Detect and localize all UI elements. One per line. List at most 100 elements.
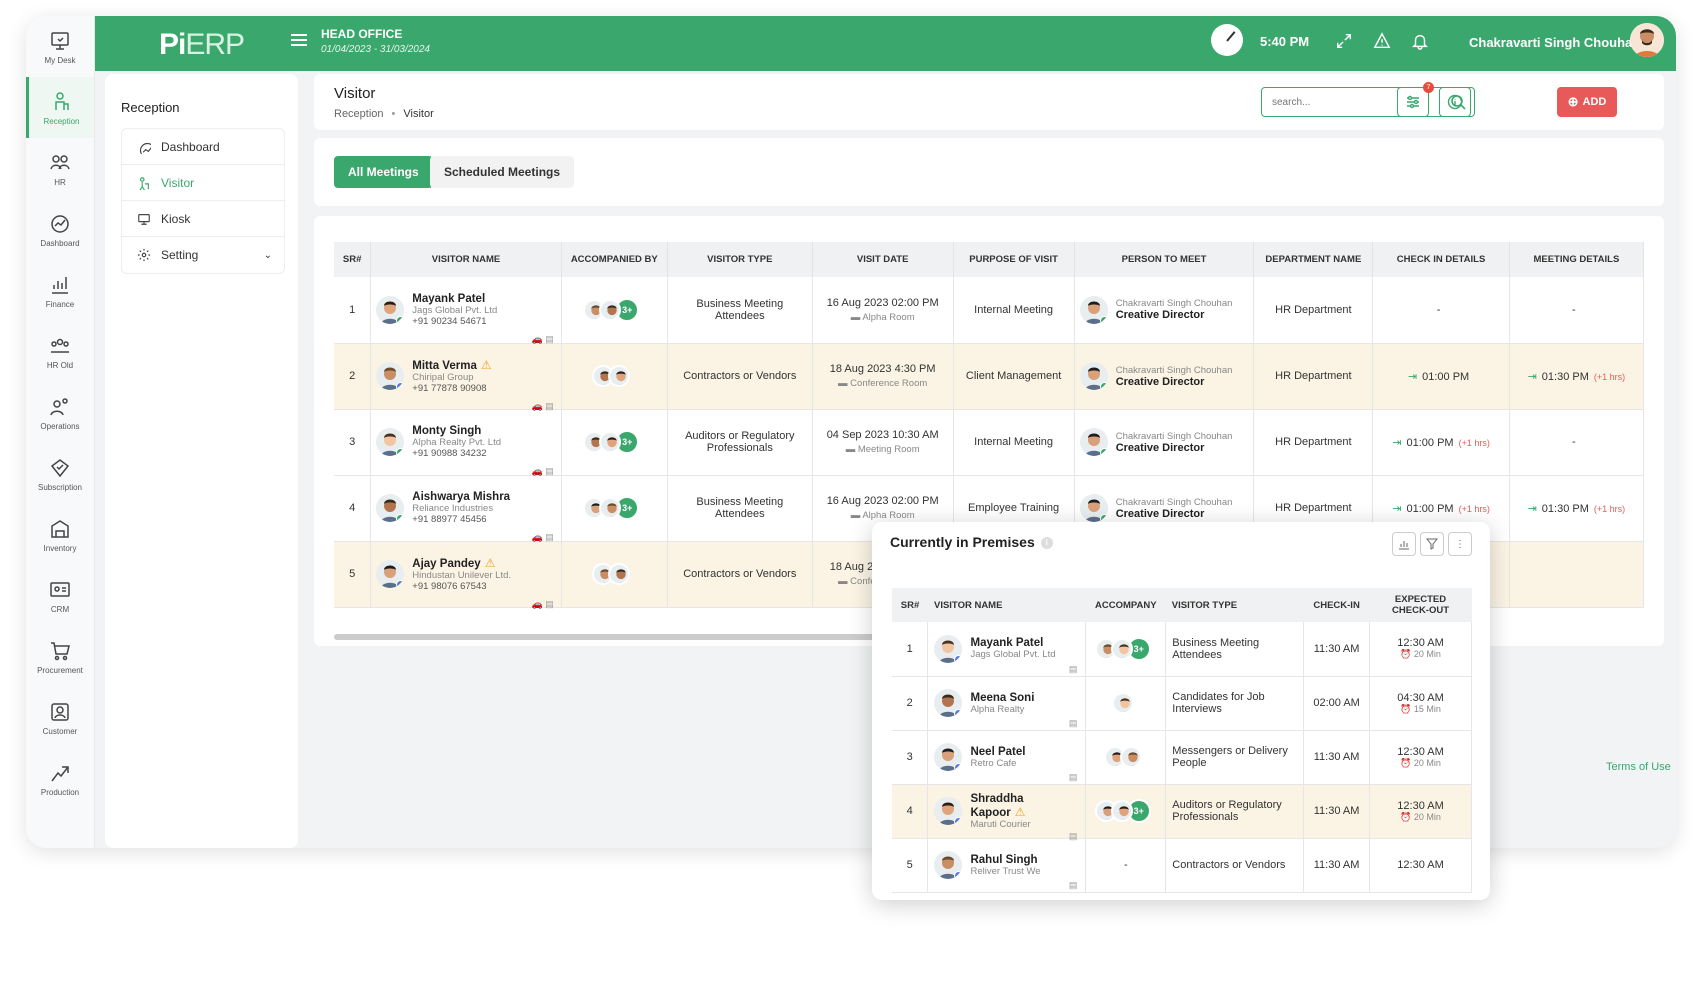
table-row[interactable]: 2 Mitta Verma ⚠ Chiripal Group +91 77878 …	[334, 343, 1645, 411]
visitor-name[interactable]: Ajay Pandey	[412, 558, 480, 570]
visitor-name[interactable]: Aishwarya Mishra	[412, 491, 510, 503]
more-options-button[interactable]: ⋮	[1448, 532, 1472, 556]
remaining-time: 15 Min	[1413, 703, 1441, 714]
user-name[interactable]: Chakravarti Singh Chouhan	[1469, 35, 1640, 50]
user-avatar[interactable]	[1630, 23, 1664, 57]
checkin-time: 11:30 AM	[1303, 622, 1371, 677]
chart-button[interactable]	[1392, 532, 1416, 556]
chevron-down-icon[interactable]: ⌄	[264, 250, 272, 261]
rail-item-label: Dashboard	[40, 238, 80, 248]
avatar	[1110, 800, 1133, 822]
terms-link[interactable]: Terms of Use	[1606, 761, 1671, 773]
rail-item-hr[interactable]: HR	[26, 138, 94, 199]
rail-item-operations[interactable]: Operations	[26, 382, 94, 443]
visitor-cell: Mayank Patel Jags Global Pvt. Ltd +91 90…	[370, 277, 562, 344]
info-icon[interactable]: i	[1040, 537, 1053, 550]
rail-item-production[interactable]: Production	[26, 748, 94, 809]
premises-row[interactable]: 3 Neel Patel Retro Cafe ▤ Messengers or …	[892, 730, 1472, 785]
visitor-name[interactable]: Mitta Verma	[412, 360, 477, 372]
breadcrumb-root[interactable]: Reception	[334, 108, 384, 120]
rail-item-dashboard[interactable]: Dashboard	[26, 199, 94, 260]
rail-item-subscription[interactable]: Subscription	[26, 443, 94, 504]
rail-item-desk[interactable]: My Desk	[26, 16, 94, 77]
premises-row[interactable]: 4 Shraddha Kapoor ⚠ Maruti Courier ▤ 3+ A…	[892, 784, 1472, 841]
visitor-avatar[interactable]	[376, 560, 405, 588]
premises-panel: Currently in Premises i ⋮ SR# VISITOR NAME…	[872, 522, 1490, 900]
visitor-avatar[interactable]	[934, 689, 963, 717]
visitor-avatar[interactable]	[934, 743, 963, 771]
rail-item-procurement[interactable]: Procurement	[26, 626, 94, 687]
visitor-name[interactable]: Meena Soni	[970, 692, 1034, 704]
accompany-cell: 3+	[1085, 784, 1167, 839]
info-button[interactable]	[1439, 87, 1471, 117]
nav-item-setting[interactable]: Setting ⌄	[122, 237, 284, 273]
setting-icon	[137, 248, 151, 262]
visitor-name[interactable]: Mayank Patel	[970, 637, 1043, 649]
host-avatar	[1079, 428, 1108, 456]
department-name: HR Department	[1253, 409, 1374, 476]
department-name: HR Department	[1253, 277, 1374, 344]
visitor-avatar[interactable]	[376, 428, 405, 456]
horizontal-scrollbar[interactable]	[334, 634, 904, 640]
rail-item-crm[interactable]: CRM	[26, 565, 94, 626]
sr-cell: 4	[334, 475, 372, 542]
alert-icon[interactable]	[1373, 32, 1391, 50]
visitor-name[interactable]: Rahul Singh	[970, 854, 1037, 866]
visitor-cell: Aishwarya Mishra Reliance Industries +91…	[370, 475, 562, 542]
accompanied-cell: 3+	[561, 475, 668, 542]
column-header: CHECK IN DETAILS	[1372, 242, 1510, 277]
breadcrumb-current: Visitor	[403, 108, 434, 120]
visitor-avatar[interactable]	[376, 362, 405, 390]
avatar	[608, 563, 631, 585]
tab-all-meetings[interactable]: All Meetings	[334, 156, 433, 188]
premises-row[interactable]: 1 Mayank Patel Jags Global Pvt. Ltd ▤ 3+…	[892, 622, 1472, 677]
avatar	[1110, 637, 1133, 660]
visitor-name[interactable]: Monty Singh	[412, 425, 481, 437]
plus-icon: ⊕	[1567, 94, 1579, 109]
checkin-time: 02:00 AM	[1303, 676, 1371, 731]
card-icon: ▤	[1068, 830, 1078, 841]
tab-scheduled-meetings[interactable]: Scheduled Meetings	[430, 156, 575, 188]
app-logo[interactable]: PiERP	[159, 28, 245, 62]
visit-date: 04 Sep 2023 10:30 AM	[826, 429, 939, 441]
nav-item-kiosk[interactable]: Kiosk	[122, 201, 284, 237]
visitor-name[interactable]: Neel Patel	[970, 746, 1025, 758]
rail-item-label: Reception	[43, 116, 80, 126]
meeting-time: 01:30 PM	[1541, 370, 1589, 383]
clock-icon	[1211, 24, 1243, 56]
person-to-meet-cell: Chakravarti Singh Chouhan Creative Direct…	[1074, 409, 1255, 476]
nav-item-visitor[interactable]: Visitor	[122, 165, 284, 201]
rail-item-reception[interactable]: Reception	[26, 77, 94, 138]
premises-row[interactable]: 5 Rahul Singh Reliver Trust We ▤ - Contr…	[892, 838, 1472, 893]
visitor-avatar[interactable]	[376, 494, 405, 522]
rail-item-label: Finance	[45, 299, 75, 309]
add-visitor-button[interactable]: ⊕ ADD	[1557, 87, 1617, 117]
premises-row[interactable]: 2 Meena Soni Alpha Realty ▤ Candidates f…	[892, 676, 1472, 731]
rail-item-customer[interactable]: Customer	[26, 687, 94, 748]
checkin-time: 11:30 AM	[1303, 730, 1371, 785]
filter-button[interactable]: 7	[1397, 82, 1434, 117]
nav-item-dashboard[interactable]: Dashboard	[122, 129, 284, 165]
visitor-avatar[interactable]	[376, 295, 405, 324]
host-role: Creative Director	[1115, 309, 1205, 322]
expand-icon[interactable]	[1335, 32, 1353, 50]
visitor-avatar[interactable]	[934, 634, 963, 663]
rail-item-hr-old[interactable]: HR Old	[26, 321, 94, 382]
menu-icon[interactable]	[291, 34, 307, 48]
visitor-avatar[interactable]	[934, 797, 963, 825]
visitor-avatar[interactable]	[934, 851, 963, 879]
table-row[interactable]: 1 Mayank Patel Jags Global Pvt. Ltd +91 …	[334, 277, 1645, 344]
visit-date: 16 Aug 2023 02:00 PM	[826, 495, 939, 507]
office-selector[interactable]: HEAD OFFICE 01/04/2023 - 31/03/2024	[321, 27, 430, 55]
rail-item-inventory[interactable]: Inventory	[26, 504, 94, 565]
rail-item-finance[interactable]: Finance	[26, 260, 94, 321]
visitor-name[interactable]: Mayank Patel	[412, 293, 485, 305]
filter-button[interactable]	[1420, 532, 1444, 556]
premises-title: Currently in Premises i	[890, 534, 1053, 550]
table-row[interactable]: 3 Monty Singh Alpha Realty Pvt. Ltd +91 …	[334, 409, 1645, 476]
bell-icon[interactable]	[1411, 32, 1429, 50]
host-name: Chakravarti Singh Chouhan	[1115, 364, 1233, 376]
checkin-extra: (+1 hrs)	[1458, 503, 1490, 514]
visitor-type: Contractors or Vendors	[667, 343, 813, 410]
visitor-company: Hindustan Unilever Ltd.	[412, 570, 512, 581]
